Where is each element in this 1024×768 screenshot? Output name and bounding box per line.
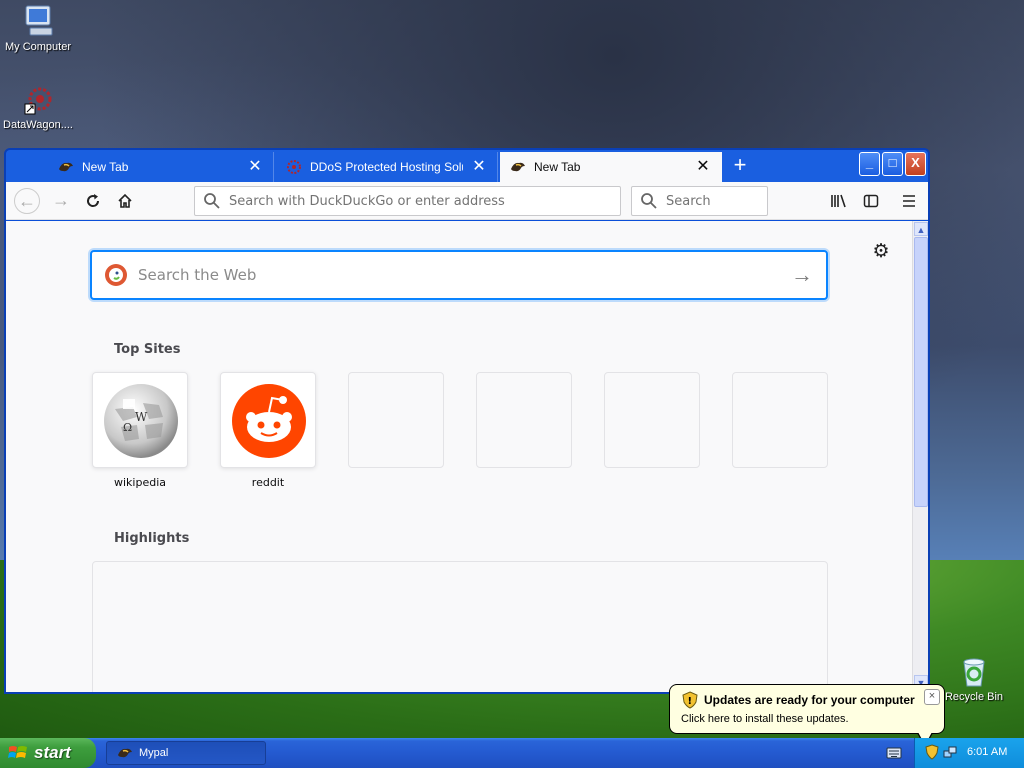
top-sites-title: Top Sites [114,342,181,357]
search-icon [641,193,657,209]
tab-title: DDoS Protected Hosting Solutions [310,160,463,174]
maximize-button[interactable]: □ [882,152,903,176]
close-icon[interactable]: ✕ [695,159,711,175]
tab-title: New Tab [534,160,581,174]
computer-icon [25,5,53,36]
url-input[interactable] [229,193,620,209]
update-notification[interactable]: ! Updates are ready for your computer Cl… [669,684,945,734]
tab-new-tab-active[interactable]: New Tab ✕ [500,152,722,182]
desktop-icon-label: My Computer [4,41,72,53]
taskbar-button-mypal[interactable]: Mypal [106,741,266,765]
close-icon[interactable]: ✕ [471,159,487,175]
url-bar[interactable] [194,186,621,216]
system-tray: 6:01 AM [914,738,1024,768]
taskbar-button-label: Mypal [139,747,169,759]
desktop-icon-datawagon[interactable]: DataWagon.... [0,86,78,131]
notification-title: Updates are ready for your computer [704,693,915,707]
taskbar: start Mypal 6:01 AM [0,738,1024,768]
svg-text:W: W [135,410,148,424]
start-button[interactable]: start [0,738,96,768]
scroll-up-arrow[interactable]: ▲ [914,222,928,236]
minimize-button[interactable]: _ [859,152,880,176]
forward-button[interactable]: → [48,188,74,214]
datawagon-favicon [287,160,301,174]
top-site-label: wikipedia [113,476,166,489]
shield-icon: ! [682,691,698,709]
top-site-tile-empty[interactable] [476,372,572,468]
search-icon [204,193,220,209]
top-site-tile-empty[interactable] [732,372,828,468]
web-search-box[interactable]: → [90,250,828,300]
desktop-icon-recycle-bin[interactable]: Recycle Bin [934,656,1014,703]
search-bar[interactable] [631,186,768,216]
top-site-tile-wikipedia[interactable]: W Ω [92,372,188,468]
mypal-icon [59,162,73,172]
new-tab-page: → ⚙ Top Sites W Ω wikipedia [6,221,912,692]
back-button[interactable]: ← [14,188,40,214]
shield-icon[interactable] [925,744,939,760]
reddit-icon [232,384,306,458]
nav-toolbar: ← → [6,182,928,220]
svg-text:Ω: Ω [123,421,132,434]
notification-body[interactable]: Click here to install these updates. [681,713,849,725]
keyboard-icon[interactable] [886,746,902,760]
reload-button[interactable] [80,188,106,214]
arrow-right-icon[interactable]: → [790,262,814,288]
library-icon [831,194,846,208]
desktop-icon-label: Recycle Bin [944,691,1004,703]
scroll-thumb[interactable] [914,237,928,507]
top-site-tile-reddit[interactable] [220,372,316,468]
gear-icon[interactable]: ⚙ [870,241,892,263]
sidebar-icon [863,194,879,208]
tab-bar: New Tab ✕ DDoS Protected Hosting Solutio… [6,150,928,182]
datawagon-icon [24,87,52,115]
home-icon [118,193,132,208]
highlights-title: Highlights [114,531,190,546]
tab-new-tab-1[interactable]: New Tab ✕ [48,152,274,182]
duckduckgo-icon [105,264,127,286]
start-label: start [34,743,71,762]
mypal-icon [511,162,525,172]
close-icon[interactable]: ✕ [247,159,263,175]
hamburger-menu-icon [903,195,915,207]
reload-icon [87,194,100,207]
tab-title: New Tab [82,160,129,174]
top-site-tile-empty[interactable] [604,372,700,468]
network-icon[interactable] [943,745,957,759]
windows-flag-icon [8,746,27,758]
close-window-button[interactable]: X [905,152,926,176]
svg-text:!: ! [688,696,693,707]
home-button[interactable] [112,188,138,214]
tab-ddos-hosting[interactable]: DDoS Protected Hosting Solutions ✕ [276,152,498,182]
notification-close-button[interactable]: × [924,689,940,705]
menu-button[interactable] [896,188,922,214]
highlights-placeholder [92,561,828,692]
web-search-input[interactable] [138,266,790,284]
clock[interactable]: 6:01 AM [967,746,1007,758]
browser-window: New Tab ✕ DDoS Protected Hosting Solutio… [4,148,930,694]
mypal-icon [118,748,132,758]
new-tab-button[interactable]: + [728,154,752,178]
wikipedia-icon: W Ω [104,384,178,458]
sidebar-button[interactable] [858,188,884,214]
desktop-icon-label: DataWagon.... [3,119,73,131]
search-input[interactable] [666,193,767,209]
recycle-bin-icon [963,658,985,687]
library-button[interactable] [826,188,852,214]
top-site-tile-empty[interactable] [348,372,444,468]
vertical-scrollbar[interactable]: ▲ ▼ [912,221,928,692]
desktop-icon-my-computer[interactable]: My Computer [0,4,78,53]
top-site-label: reddit [251,476,285,489]
